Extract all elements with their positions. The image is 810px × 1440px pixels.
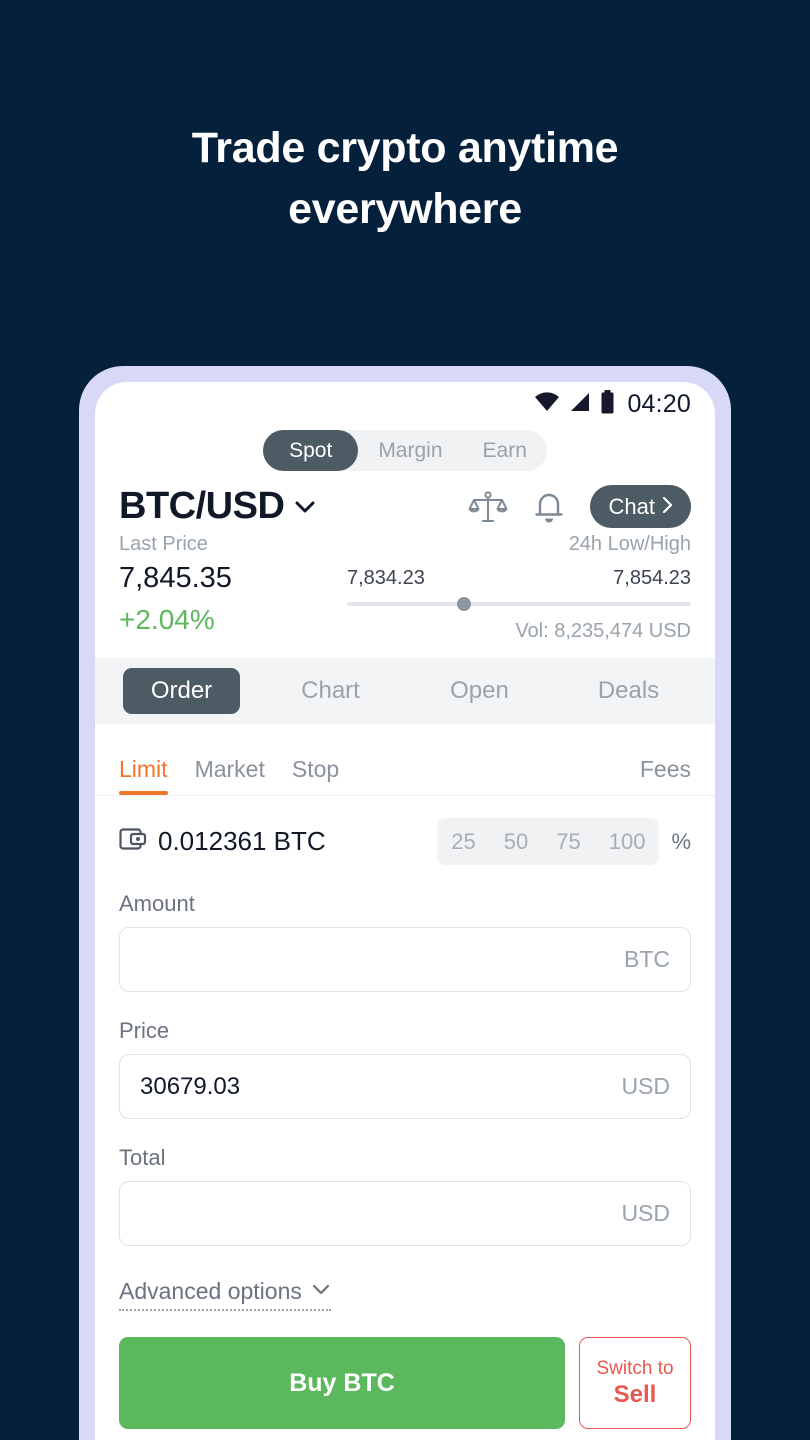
- order-type-limit[interactable]: Limit: [119, 756, 168, 795]
- phone-screen: 04:20 Spot Margin Earn BTC/USD Chat Last…: [95, 382, 715, 1440]
- bell-icon[interactable]: [534, 490, 564, 524]
- percent-chip-group: 25 50 75 100: [437, 818, 660, 865]
- wifi-icon: [534, 391, 560, 417]
- amount-unit: BTC: [624, 946, 670, 972]
- main-tabs: Order Chart Open Deals: [95, 658, 715, 724]
- promo-headline: Trade crypto anytime everywhere: [0, 118, 810, 240]
- percent-chip-25[interactable]: 25: [437, 818, 489, 865]
- volume-text: Vol: 8,235,474 USD: [515, 620, 691, 642]
- switch-line-1: Switch to: [596, 1357, 674, 1379]
- promo-screenshot: Trade crypto anytime everywhere 04:20 Sp…: [0, 0, 810, 1440]
- order-form: Amount BTC Price 30679.03 USD Total USD …: [95, 891, 715, 1429]
- headline-line-1: Trade crypto anytime: [191, 124, 619, 172]
- price-value[interactable]: 30679.03: [140, 1073, 621, 1101]
- order-actions: Buy BTC Switch to Sell: [119, 1337, 691, 1429]
- price-summary: Last Price 7,845.35 +2.04% 24h Low/High …: [95, 528, 715, 646]
- total-label: Total: [119, 1145, 166, 1170]
- wallet-icon: [119, 826, 147, 857]
- chat-button[interactable]: Chat: [589, 485, 691, 528]
- tab-order-label: Order: [122, 668, 241, 714]
- price-label: Price: [119, 1018, 170, 1043]
- buy-button[interactable]: Buy BTC: [119, 1337, 565, 1429]
- percent-chip-100[interactable]: 100: [595, 818, 660, 865]
- advanced-options-label: Advanced options: [119, 1278, 302, 1304]
- switch-line-2: Sell: [613, 1380, 657, 1408]
- last-price-label: Last Price: [119, 533, 208, 555]
- tab-open[interactable]: Open: [405, 677, 554, 705]
- tab-order[interactable]: Order: [107, 668, 256, 714]
- range-high-value: 7,854.23: [613, 567, 691, 589]
- chat-button-label: Chat: [608, 493, 655, 519]
- fees-link[interactable]: Fees: [640, 756, 691, 795]
- switch-to-sell-button[interactable]: Switch to Sell: [579, 1337, 691, 1429]
- order-type-stop[interactable]: Stop: [292, 756, 339, 795]
- range-low-value: 7,834.23: [347, 567, 425, 589]
- tab-chart[interactable]: Chart: [256, 677, 405, 705]
- segment-margin[interactable]: Margin: [358, 430, 462, 471]
- headline-line-2: everywhere: [288, 185, 522, 234]
- pair-header: BTC/USD Chat: [95, 471, 715, 528]
- market-mode-switcher: Spot Margin Earn: [95, 426, 715, 471]
- chevron-right-icon: [662, 494, 674, 520]
- status-bar-time: 04:20: [627, 389, 691, 418]
- balance-amount: 0.012361 BTC: [158, 826, 326, 856]
- tab-deals[interactable]: Deals: [554, 677, 703, 705]
- segment-spot[interactable]: Spot: [263, 430, 359, 471]
- scales-icon[interactable]: [468, 490, 508, 524]
- chevron-down-icon: [311, 1282, 331, 1301]
- phone-frame: 04:20 Spot Margin Earn BTC/USD Chat Last…: [79, 366, 731, 1440]
- order-type-tabs: Limit Market Stop Fees: [95, 724, 715, 796]
- segment-earn[interactable]: Earn: [463, 430, 547, 471]
- percent-chip-75[interactable]: 75: [542, 818, 594, 865]
- status-bar: 04:20: [95, 382, 715, 426]
- balance-row: 0.012361 BTC 25 50 75 100 %: [95, 796, 715, 865]
- percent-sign-label: %: [671, 828, 691, 854]
- price-unit: USD: [621, 1073, 670, 1099]
- order-type-market[interactable]: Market: [195, 756, 265, 795]
- total-field[interactable]: USD: [119, 1181, 691, 1246]
- range-slider[interactable]: [347, 597, 691, 611]
- range-slider-handle[interactable]: [457, 597, 472, 611]
- pair-name[interactable]: BTC/USD: [119, 485, 285, 528]
- battery-icon: [600, 389, 615, 419]
- advanced-options-toggle[interactable]: Advanced options: [119, 1278, 331, 1311]
- amount-label: Amount: [119, 891, 195, 916]
- last-price-value: 7,845.35: [119, 562, 232, 594]
- price-change-percent: +2.04%: [119, 604, 215, 635]
- signal-icon: [569, 392, 591, 417]
- range-label: 24h Low/High: [568, 533, 691, 555]
- chevron-down-icon[interactable]: [292, 494, 318, 520]
- price-field[interactable]: 30679.03 USD: [119, 1054, 691, 1119]
- total-unit: USD: [621, 1200, 670, 1226]
- percent-chip-50[interactable]: 50: [490, 818, 542, 865]
- amount-field[interactable]: BTC: [119, 927, 691, 992]
